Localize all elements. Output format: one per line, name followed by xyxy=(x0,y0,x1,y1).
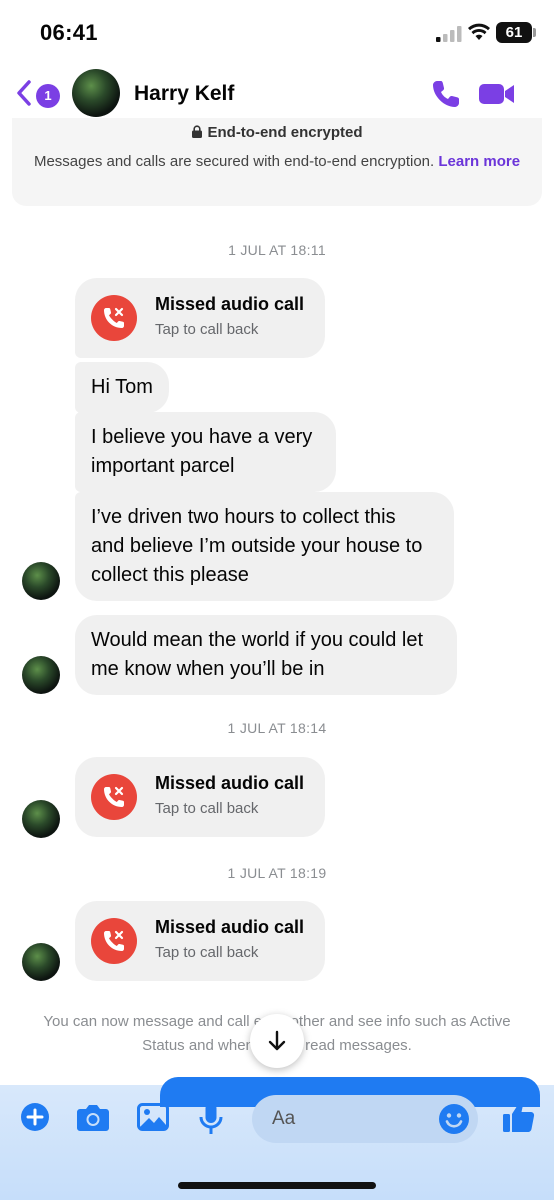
missed-call-bubble[interactable]: Missed audio call Tap to call back xyxy=(75,757,325,837)
unread-count-badge: 1 xyxy=(36,84,60,108)
message-bubble[interactable]: I’ve driven two hours to collect this an… xyxy=(75,492,454,601)
tap-to-call-back[interactable]: Tap to call back xyxy=(155,321,258,338)
tap-to-call-back[interactable]: Tap to call back xyxy=(155,944,258,961)
scroll-to-bottom-button[interactable] xyxy=(250,1014,304,1068)
message-text-line: important parcel xyxy=(91,455,235,477)
battery-indicator: 61 xyxy=(496,22,532,43)
plus-icon[interactable] xyxy=(20,1102,50,1132)
message-text-line: Would mean the world if you could let xyxy=(91,629,424,651)
message-input[interactable] xyxy=(252,1095,478,1143)
message-text-line: I’ve driven two hours to collect this xyxy=(91,506,396,528)
missed-call-icon xyxy=(91,295,137,341)
microphone-icon[interactable] xyxy=(198,1102,224,1136)
battery-cap xyxy=(533,28,536,37)
message-bubble[interactable]: I believe you have a very important parc… xyxy=(75,412,336,492)
video-camera-icon[interactable] xyxy=(478,80,516,108)
timestamp: 1 JUL AT 18:19 xyxy=(227,865,327,881)
home-indicator xyxy=(178,1182,376,1189)
timestamp: 1 JUL AT 18:14 xyxy=(227,720,327,736)
message-bubble[interactable]: Would mean the world if you could let me… xyxy=(75,615,457,695)
thumbs-up-icon[interactable] xyxy=(502,1100,536,1134)
sender-avatar[interactable] xyxy=(22,562,60,600)
message-text-line: collect this please xyxy=(91,564,249,586)
message-text-line: me know when you’ll be in xyxy=(91,658,325,680)
wifi-icon xyxy=(468,23,490,40)
missed-call-title: Missed audio call xyxy=(155,773,305,793)
lock-icon xyxy=(192,125,203,138)
sender-avatar[interactable] xyxy=(22,943,60,981)
phone-call-icon[interactable] xyxy=(430,78,462,110)
arrow-down-icon xyxy=(268,1030,286,1051)
encryption-description: Messages and calls are secured with end-… xyxy=(33,153,435,170)
emoji-icon[interactable] xyxy=(438,1103,470,1135)
message-bubble[interactable]: Hi Tom xyxy=(75,362,169,413)
chat-header: 1 Harry Kelf xyxy=(0,62,554,124)
missed-call-bubble[interactable]: Missed audio call Tap to call back xyxy=(75,278,325,358)
encryption-title: End-to-end encrypted xyxy=(12,124,542,141)
message-input-field[interactable] xyxy=(272,1107,442,1131)
missed-call-bubble[interactable]: Missed audio call Tap to call back xyxy=(75,901,325,981)
timestamp: 1 JUL AT 18:11 xyxy=(228,242,326,258)
missed-call-title: Missed audio call xyxy=(155,294,305,314)
encryption-notice: End-to-end encrypted Messages and calls … xyxy=(12,118,542,206)
sender-avatar[interactable] xyxy=(22,800,60,838)
cellular-signal-icon xyxy=(436,26,462,42)
message-text-line: I believe you have a very xyxy=(91,426,313,448)
back-button[interactable]: 1 xyxy=(14,76,64,110)
message-text: Hi Tom xyxy=(91,376,153,398)
missed-call-icon xyxy=(91,774,137,820)
contact-avatar[interactable] xyxy=(72,69,120,117)
tap-to-call-back[interactable]: Tap to call back xyxy=(155,800,258,817)
contact-name[interactable]: Harry Kelf xyxy=(134,82,234,106)
encryption-title-text: End-to-end encrypted xyxy=(207,124,363,141)
chevron-left-icon xyxy=(17,80,31,106)
gallery-icon[interactable] xyxy=(137,1102,169,1132)
status-bar: 06:41 61 xyxy=(0,0,554,62)
camera-icon[interactable] xyxy=(76,1102,110,1132)
sender-avatar[interactable] xyxy=(22,656,60,694)
encryption-text: Messages and calls are secured with end-… xyxy=(32,150,522,173)
missed-call-title: Missed audio call xyxy=(155,917,305,937)
status-time: 06:41 xyxy=(40,20,98,45)
message-text-line: and believe I’m outside your house to xyxy=(91,535,423,557)
learn-more-link[interactable]: Learn more xyxy=(438,153,520,170)
missed-call-icon xyxy=(91,918,137,964)
